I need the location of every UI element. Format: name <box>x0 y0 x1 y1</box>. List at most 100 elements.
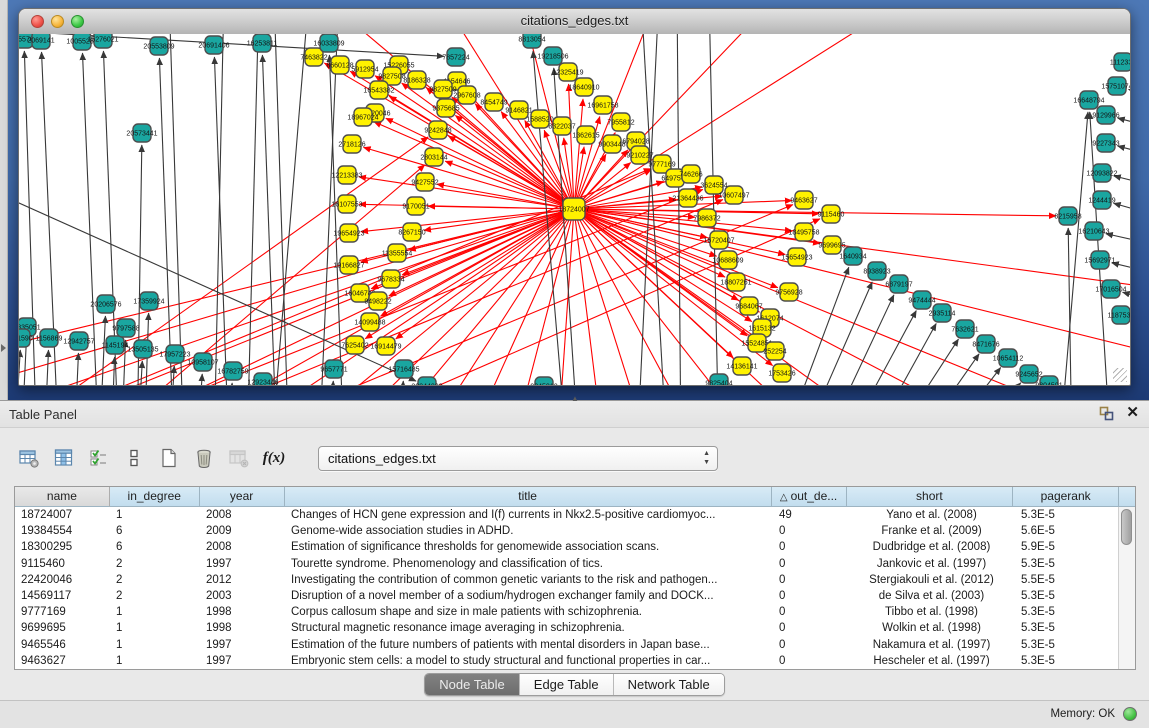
table-cell[interactable]: 18724007 <box>15 507 110 523</box>
table-cell[interactable]: Yano et al. (2008) <box>848 507 1015 523</box>
table-cell[interactable]: 5.3E-5 <box>1015 507 1121 523</box>
table-cell[interactable]: 5.9E-5 <box>1015 539 1121 555</box>
table-cell[interactable]: 0 <box>773 653 848 669</box>
tab-edge-table[interactable]: Edge Table <box>520 674 614 695</box>
table-cell[interactable]: 5.3E-5 <box>1015 588 1121 604</box>
table-cell[interactable]: 9463627 <box>15 653 110 669</box>
network-view[interactable]: 1872400774638228660128591295415226055982… <box>19 34 1130 385</box>
table-cell[interactable]: de Silva et al. (2003) <box>848 588 1015 604</box>
table-row[interactable]: 2242004622012Investigating the contribut… <box>15 572 1135 588</box>
table-row[interactable]: 946362711997Embryonic stem cells: a mode… <box>15 653 1135 669</box>
table-cell[interactable]: 0 <box>773 539 848 555</box>
table-cell[interactable]: 1 <box>110 637 200 653</box>
table-cell[interactable]: 0 <box>773 572 848 588</box>
table-cell[interactable]: 5.3E-5 <box>1015 653 1121 669</box>
column-header-pagerank[interactable]: pagerank <box>1013 487 1119 507</box>
table-cell[interactable]: 2 <box>110 588 200 604</box>
table-cell[interactable]: 1997 <box>200 637 285 653</box>
table-row[interactable]: 1830029562008Estimation of significance … <box>15 539 1135 555</box>
table-cell[interactable]: Wolkin et al. (1998) <box>848 620 1015 636</box>
table-cell[interactable]: Disruption of a novel member of a sodium… <box>285 588 773 604</box>
table-cell[interactable]: 2012 <box>200 572 285 588</box>
table-cell[interactable]: 1997 <box>200 556 285 572</box>
column-header-out_de[interactable]: △out_de... <box>772 487 847 507</box>
table-cell[interactable]: 2003 <box>200 588 285 604</box>
table-cell[interactable]: 6 <box>110 523 200 539</box>
table-select-dropdown[interactable]: citations_edges.txt ▲▼ <box>318 446 718 471</box>
table-cell[interactable]: Nakamura et al. (1997) <box>848 637 1015 653</box>
table-cell[interactable]: 5.3E-5 <box>1015 556 1121 572</box>
table-cell[interactable]: 14569117 <box>15 588 110 604</box>
column-header-title[interactable]: title <box>285 487 772 507</box>
table-cell[interactable]: 49 <box>773 507 848 523</box>
table-cell[interactable]: 1 <box>110 653 200 669</box>
table-cell[interactable]: 2 <box>110 556 200 572</box>
scrollbar-thumb[interactable] <box>1121 509 1132 545</box>
table-cell[interactable]: 5.6E-5 <box>1015 523 1121 539</box>
table-cell[interactable]: 6 <box>110 539 200 555</box>
table-cell[interactable]: Tourette syndrome. Phenomenology and cla… <box>285 556 773 572</box>
table-cell[interactable]: Stergiakouli et al. (2012) <box>848 572 1015 588</box>
table-cell[interactable]: Tibbo et al. (1998) <box>848 604 1015 620</box>
table-cell[interactable]: Estimation of the future numbers of pati… <box>285 637 773 653</box>
table-cell[interactable]: Genome-wide association studies in ADHD. <box>285 523 773 539</box>
column-header-year[interactable]: year <box>200 487 285 507</box>
table-cell[interactable]: 18300295 <box>15 539 110 555</box>
table-cell[interactable]: 5.5E-5 <box>1015 572 1121 588</box>
left-splitter-arrow-icon[interactable] <box>1 344 6 352</box>
table-cell[interactable]: 1998 <box>200 620 285 636</box>
table-cell[interactable]: 2009 <box>200 523 285 539</box>
table-cell[interactable]: 0 <box>773 604 848 620</box>
table-cell[interactable]: 0 <box>773 556 848 572</box>
table-cell[interactable]: Estimation of significance thresholds fo… <box>285 539 773 555</box>
table-cell[interactable]: 1997 <box>200 653 285 669</box>
table-cell[interactable]: 9465546 <box>15 637 110 653</box>
table-row[interactable]: 1872400712008Changes of HCN gene express… <box>15 507 1135 523</box>
column-header-name[interactable]: name <box>15 487 110 507</box>
table-row[interactable]: 946554611997Estimation of the future num… <box>15 637 1135 653</box>
new-table-button[interactable] <box>154 444 184 472</box>
table-cell[interactable]: 5.3E-5 <box>1015 604 1121 620</box>
table-cell[interactable]: Jankovic et al. (1997) <box>848 556 1015 572</box>
table-settings-button[interactable] <box>14 444 44 472</box>
table-cell[interactable]: 5.3E-5 <box>1015 620 1121 636</box>
network-window[interactable]: citations_edges.txt 18724007746382286601… <box>18 8 1131 386</box>
table-cell[interactable]: Franke et al. (2009) <box>848 523 1015 539</box>
table-cell[interactable]: Dudbridge et al. (2008) <box>848 539 1015 555</box>
table-cell[interactable]: 9777169 <box>15 604 110 620</box>
tab-node-table[interactable]: Node Table <box>425 674 520 695</box>
window-resize-grip[interactable] <box>1113 368 1127 382</box>
table-cell[interactable]: Structural magnetic resonance image aver… <box>285 620 773 636</box>
table-cell[interactable]: 1 <box>110 604 200 620</box>
table-cell[interactable]: 1998 <box>200 604 285 620</box>
tab-network-table[interactable]: Network Table <box>614 674 724 695</box>
table-scrollbar[interactable] <box>1118 507 1135 669</box>
function-builder-button[interactable]: f(x) <box>259 444 289 472</box>
table-row[interactable]: 977716911998Corpus callosum shape and si… <box>15 604 1135 620</box>
table-row[interactable]: 969969511998Structural magnetic resonanc… <box>15 620 1135 636</box>
table-cell[interactable]: Changes of HCN gene expression and I(f) … <box>285 507 773 523</box>
table-row[interactable]: 911546021997Tourette syndrome. Phenomeno… <box>15 556 1135 572</box>
column-header-short[interactable]: short <box>847 487 1014 507</box>
table-cell[interactable]: 1 <box>110 620 200 636</box>
delete-attribute-button[interactable] <box>189 444 219 472</box>
table-cell[interactable]: 2008 <box>200 539 285 555</box>
table-cell[interactable]: 9115460 <box>15 556 110 572</box>
close-panel-icon[interactable]: ✕ <box>1126 405 1139 421</box>
select-attributes-button[interactable] <box>84 444 114 472</box>
table-cell[interactable]: 22420046 <box>15 572 110 588</box>
table-cell[interactable]: 0 <box>773 620 848 636</box>
table-cell[interactable]: 19384554 <box>15 523 110 539</box>
network-window-titlebar[interactable]: citations_edges.txt <box>19 9 1130 35</box>
table-cell[interactable]: 2 <box>110 572 200 588</box>
table-cell[interactable]: Embryonic stem cells: a model to study s… <box>285 653 773 669</box>
table-cell[interactable]: 5.3E-5 <box>1015 637 1121 653</box>
table-cell[interactable]: Corpus callosum shape and size in male p… <box>285 604 773 620</box>
splitter-collapse-icon[interactable]: ▲ <box>569 395 581 403</box>
table-cell[interactable]: 1 <box>110 507 200 523</box>
row-height-button[interactable] <box>119 444 149 472</box>
table-cell[interactable]: Investigating the contribution of common… <box>285 572 773 588</box>
table-cell[interactable]: 2008 <box>200 507 285 523</box>
table-cell[interactable]: 0 <box>773 523 848 539</box>
table-row[interactable]: 1456911722003Disruption of a novel membe… <box>15 588 1135 604</box>
